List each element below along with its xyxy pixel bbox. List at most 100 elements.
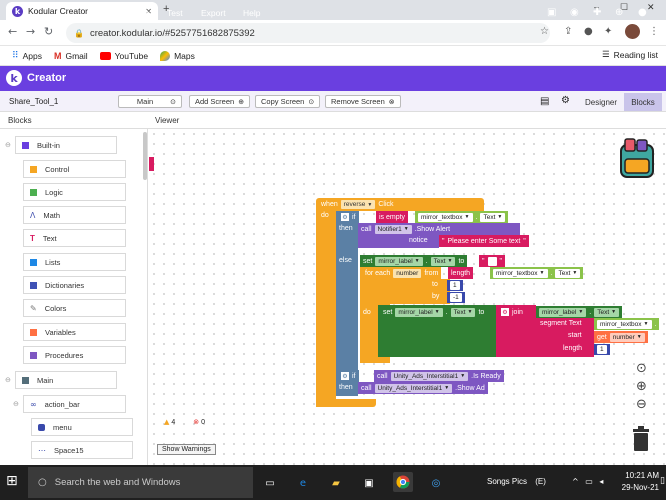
backpack-icon[interactable] bbox=[615, 137, 659, 181]
browser-menu-icon[interactable]: ⋮ bbox=[649, 26, 659, 37]
warning-counter[interactable]: ▲ 4 bbox=[164, 418, 175, 426]
gamepad-icon[interactable]: ◉ bbox=[570, 7, 579, 18]
network-icon[interactable]: ▭ bbox=[585, 477, 593, 486]
gmail-bookmark[interactable]: M Gmail bbox=[54, 51, 88, 61]
get-number-block[interactable]: get number ▼ bbox=[594, 331, 648, 343]
preview-icon[interactable]: ▤ bbox=[540, 96, 549, 107]
length-block[interactable]: length bbox=[448, 267, 474, 279]
taskbar-clock[interactable]: 10:21 AM 29-Nov-21 bbox=[615, 470, 659, 494]
extension-icon[interactable]: ● bbox=[584, 26, 593, 37]
url-input[interactable]: 🔒 creator.kodular.io/#5257751682875392 bbox=[66, 23, 550, 43]
notifier-dropdown[interactable]: Notifier1 ▼ bbox=[374, 224, 412, 234]
mirror-label-dropdown[interactable]: mirror_label ▼ bbox=[375, 256, 423, 266]
profile-avatar[interactable] bbox=[625, 24, 640, 39]
system-tray[interactable]: ^ ▭ ◂ bbox=[572, 477, 603, 486]
menu-export[interactable]: Export bbox=[201, 8, 226, 18]
remove-screen-button[interactable]: Remove Screen ⊗ bbox=[325, 95, 401, 108]
sidebar-item-space15[interactable]: ⋯ Space15 bbox=[31, 441, 133, 459]
call-notifier-block[interactable]: call Notifier1 ▼ .Show Alert bbox=[358, 223, 520, 235]
label-text-dropdown[interactable]: Text ▼ bbox=[430, 256, 456, 266]
menu-project[interactable]: Project bbox=[122, 8, 148, 18]
volume-icon[interactable]: ◂ bbox=[599, 477, 603, 486]
if-gear-icon[interactable]: ⚙ bbox=[341, 213, 349, 221]
is-empty-block[interactable]: is empty bbox=[376, 211, 409, 223]
join-row[interactable]: ⚙ join bbox=[498, 306, 526, 318]
back-icon[interactable]: ← bbox=[8, 25, 17, 38]
notifications-icon[interactable]: ▯ bbox=[660, 476, 665, 486]
file-explorer-icon[interactable]: ▰ bbox=[329, 476, 343, 490]
sidebar-item-control[interactable]: Control bbox=[23, 160, 126, 178]
trash-icon[interactable] bbox=[631, 426, 651, 452]
reading-list-button[interactable]: ☰ Reading list bbox=[602, 50, 658, 60]
designer-tab[interactable]: Designer bbox=[580, 94, 622, 110]
chrome-taskbar-icon[interactable] bbox=[393, 472, 413, 492]
to-number-block[interactable]: 1 bbox=[447, 280, 463, 291]
share-icon[interactable]: ⇪ bbox=[564, 26, 572, 37]
empty-text-block[interactable]: " " bbox=[479, 255, 505, 267]
apps-bookmark[interactable]: ⠿ Apps bbox=[12, 51, 42, 61]
forward-icon[interactable]: → bbox=[26, 25, 35, 38]
chevron-up-icon[interactable]: ^ bbox=[572, 477, 579, 486]
task-view-icon[interactable]: ▭ bbox=[263, 476, 277, 490]
taskbar-search-input[interactable]: ○ Search the web and Windows bbox=[28, 467, 253, 498]
zoom-out-icon[interactable]: ⊖ bbox=[636, 397, 647, 412]
join-gear-icon[interactable]: ⚙ bbox=[501, 308, 509, 316]
blocks-tab[interactable]: Blocks bbox=[624, 93, 662, 111]
blocks-workspace[interactable]: when reverse ▼ Click do ⚙ if is empty mir… bbox=[149, 129, 666, 465]
sidebar-item-action-bar[interactable]: ∞ action_bar bbox=[23, 395, 126, 413]
account-icon[interactable]: ● bbox=[638, 7, 647, 18]
mirror-textbox-dropdown[interactable]: mirror_textbox ▼ bbox=[418, 212, 473, 222]
mirror-textbox-getter-3[interactable]: mirror_textbox ▼ . bbox=[594, 318, 660, 330]
collapse-main-icon[interactable]: ⊖ bbox=[5, 376, 11, 384]
store-icon[interactable]: ▣ bbox=[362, 476, 376, 490]
recenter-icon[interactable]: ⊙ bbox=[636, 361, 647, 376]
bookmark-star-icon[interactable]: ☆ bbox=[540, 26, 549, 37]
mirror-textbox-getter-2[interactable]: mirror_textbox ▼ . Text ▼ bbox=[490, 267, 584, 279]
sidebar-item-menu[interactable]: menu bbox=[31, 418, 133, 436]
number-variable-field[interactable]: number bbox=[393, 268, 422, 278]
puzzle-icon[interactable]: ✦ bbox=[604, 26, 612, 37]
sidebar-item-text[interactable]: T Text bbox=[23, 229, 126, 247]
text-property-dropdown[interactable]: Text ▼ bbox=[480, 212, 506, 222]
sidebar-item-math[interactable]: Λ Math bbox=[23, 206, 126, 224]
collapsed-block-edge[interactable] bbox=[149, 157, 154, 171]
reverse-dropdown[interactable]: reverse ▼ bbox=[340, 200, 376, 209]
sidebar-item-procedures[interactable]: Procedures bbox=[23, 346, 126, 364]
mirror-textbox-getter[interactable]: mirror_textbox ▼ . Text ▼ bbox=[415, 211, 509, 223]
show-warnings-button[interactable]: Show Warnings bbox=[157, 444, 216, 455]
sidebar-item-main[interactable]: Main bbox=[15, 371, 117, 389]
sidebar-item-variables[interactable]: Variables bbox=[23, 323, 126, 341]
loop-set-row[interactable]: set mirror_label ▼ . Text ▼ to bbox=[380, 306, 487, 318]
set-mirror-label-block[interactable]: set mirror_label ▼ . Text ▼ to bbox=[360, 255, 468, 267]
extensions-icon[interactable]: ✚ bbox=[593, 7, 601, 18]
menu-help[interactable]: Help bbox=[243, 8, 260, 18]
by-number-block[interactable]: -1 bbox=[447, 292, 465, 303]
maps-bookmark[interactable]: Maps bbox=[160, 50, 195, 61]
if-row[interactable]: ⚙ if bbox=[338, 211, 359, 223]
alert-text-block[interactable]: " Please enter Some text " bbox=[439, 235, 529, 247]
error-counter[interactable]: ⊗ 0 bbox=[193, 418, 205, 426]
add-screen-button[interactable]: Add Screen ⊕ bbox=[189, 95, 251, 108]
songs-pics-toolbar[interactable]: Songs Pics (E) bbox=[487, 477, 546, 486]
camera-app-icon[interactable]: ◎ bbox=[429, 476, 443, 490]
kodular-brand[interactable]: k Creator bbox=[6, 70, 66, 86]
reload-icon[interactable]: ↻ bbox=[44, 25, 53, 38]
close-window-icon[interactable]: ✕ bbox=[647, 2, 655, 13]
copy-screen-button[interactable]: Copy Screen ⊙ bbox=[255, 95, 321, 108]
sidebar-item-logic[interactable]: Logic bbox=[23, 183, 126, 201]
sidebar-scrollbar[interactable] bbox=[143, 132, 147, 180]
collapse-builtin-icon[interactable]: ⊖ bbox=[5, 141, 11, 149]
sidebar-item-builtin[interactable]: Built-in bbox=[15, 136, 117, 154]
menu-test[interactable]: Test bbox=[167, 8, 183, 18]
folder-icon[interactable]: ▣ bbox=[547, 7, 556, 18]
if-gear-icon-2[interactable]: ⚙ bbox=[341, 372, 349, 380]
edge-icon[interactable]: e bbox=[296, 476, 310, 490]
youtube-bookmark[interactable]: YouTube bbox=[99, 51, 148, 61]
settings-gear-icon[interactable]: ⚙ bbox=[561, 95, 570, 106]
for-each-row[interactable]: for each number from bbox=[362, 267, 442, 279]
windows-start-icon[interactable]: ⊞ bbox=[6, 473, 18, 489]
language-icon[interactable]: ⊕ bbox=[615, 7, 623, 18]
screen-select[interactable]: Main ⊙ bbox=[118, 95, 182, 108]
mirror-label-getter[interactable]: mirror_label ▼ . Text ▼ bbox=[536, 306, 623, 318]
call-unity-is-ready[interactable]: call Unity_Ads_Interstitial1 ▼ .Is Ready bbox=[374, 370, 504, 382]
